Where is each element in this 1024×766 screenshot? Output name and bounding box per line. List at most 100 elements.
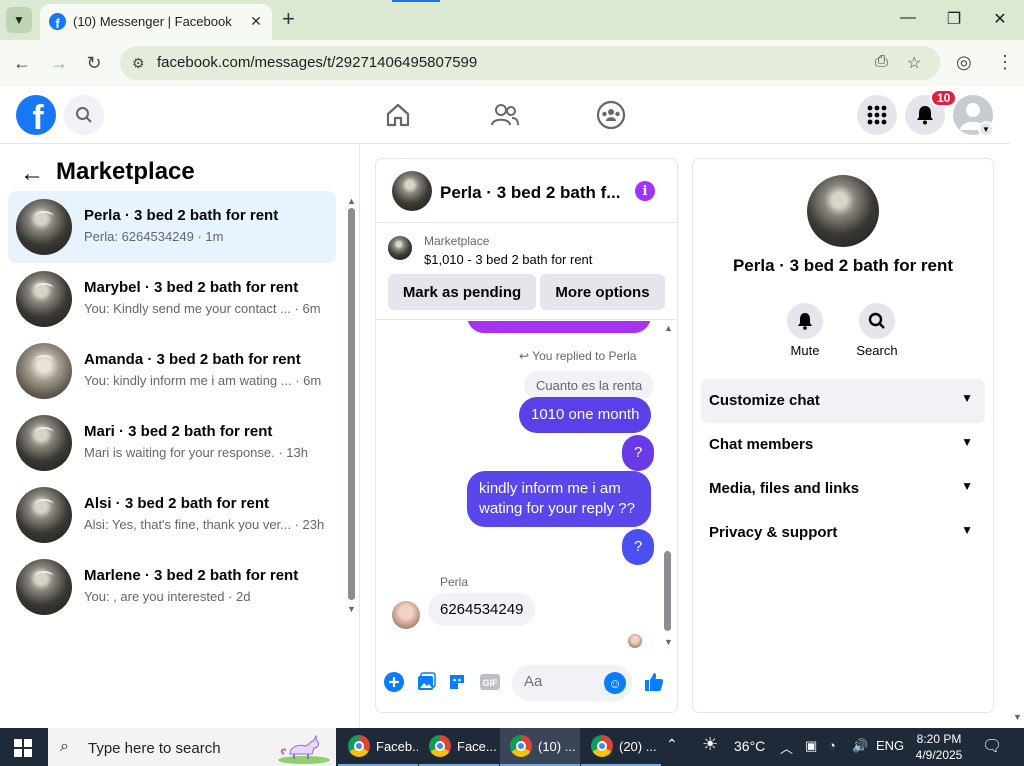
conversation-item[interactable]: Perla · 3 bed 2 bath for rent Perla: 626… bbox=[8, 191, 336, 263]
conversation-item[interactable]: Mari · 3 bed 2 bath for rent Mari is wai… bbox=[8, 407, 336, 479]
notifications-center-icon[interactable]: 🗨 bbox=[982, 736, 1002, 756]
taskbar-app-chrome[interactable]: (20) ... bbox=[581, 728, 661, 766]
reply-indicator: ↩ You replied to Perla bbox=[519, 349, 637, 363]
show-hidden-icons-icon[interactable]: ︿ bbox=[780, 738, 793, 757]
input-language[interactable]: ENG bbox=[876, 738, 904, 753]
tab-close-icon[interactable]: ✕ bbox=[246, 11, 266, 31]
listing-price[interactable]: $1,010 - 3 bed 2 bath for rent bbox=[424, 252, 592, 267]
conversation-avatar bbox=[16, 343, 72, 399]
search-in-chat-button[interactable]: Search bbox=[847, 303, 907, 358]
thumbs-up-icon[interactable] bbox=[643, 671, 665, 693]
temperature[interactable]: 36°C bbox=[734, 738, 765, 754]
system-clock[interactable]: 8:20 PM 4/9/2025 bbox=[912, 731, 966, 763]
volume-icon[interactable]: 🔊 bbox=[852, 738, 868, 754]
taskbar-app-chrome[interactable]: Face... bbox=[419, 728, 499, 766]
tab-search-chevron-icon[interactable]: ▼ bbox=[6, 7, 32, 33]
chat-avatar[interactable] bbox=[392, 171, 432, 211]
forward-icon[interactable]: → bbox=[48, 52, 70, 74]
conversation-avatar bbox=[16, 559, 72, 615]
conversation-item[interactable]: Alsi · 3 bed 2 bath for rent Alsi: Yes, … bbox=[8, 479, 336, 551]
facebook-favicon-icon: f bbox=[49, 13, 66, 30]
marketplace-conversation-list: ← Marketplace Perla · 3 bed 2 bath for r… bbox=[0, 144, 360, 728]
site-info-icon[interactable]: ⚙ bbox=[132, 55, 145, 72]
emoji-icon[interactable]: ☺ bbox=[604, 672, 626, 694]
section-media-files-links[interactable]: Media, files and links ▼ bbox=[701, 467, 985, 511]
close-window-icon[interactable]: ✕ bbox=[990, 9, 1010, 29]
section-privacy-support[interactable]: Privacy & support ▼ bbox=[701, 511, 985, 555]
new-tab-plus-icon[interactable]: + bbox=[282, 8, 295, 30]
message-input-box[interactable]: ☺ bbox=[512, 665, 632, 701]
scroll-down-icon[interactable]: ▼ bbox=[1013, 712, 1022, 722]
taskbar-app-chrome[interactable]: Faceb... bbox=[338, 728, 418, 766]
home-icon[interactable] bbox=[381, 98, 415, 132]
reload-icon[interactable]: ↻ bbox=[83, 52, 105, 74]
sender-avatar[interactable] bbox=[392, 601, 420, 629]
message-line: kindly inform me i am bbox=[479, 480, 621, 497]
conversation-item[interactable]: Marlene · 3 bed 2 bath for rent You: , a… bbox=[8, 551, 336, 623]
facebook-logo-icon[interactable]: f bbox=[16, 95, 56, 135]
search-icon[interactable] bbox=[64, 95, 104, 135]
outgoing-message[interactable]: ? bbox=[622, 529, 655, 565]
scroll-down-icon[interactable]: ▼ bbox=[347, 604, 356, 614]
network-icon[interactable]: ◔ bbox=[828, 738, 836, 753]
browser-menu-icon[interactable]: ⋮ bbox=[996, 52, 1014, 73]
gif-icon[interactable]: GIF bbox=[479, 671, 501, 693]
section-customize-chat[interactable]: Customize chat ▼ bbox=[701, 379, 985, 423]
section-label: Chat members bbox=[709, 436, 814, 453]
reply-indicator-text: You replied to Perla bbox=[532, 349, 637, 363]
minimize-icon[interactable]: — bbox=[898, 9, 918, 27]
address-bar[interactable]: ⚙ facebook.com/messages/t/29271406495807… bbox=[120, 46, 940, 80]
outgoing-message[interactable]: ? bbox=[622, 435, 655, 471]
menu-grid-icon[interactable] bbox=[857, 95, 897, 135]
friends-icon[interactable] bbox=[488, 98, 522, 132]
conversation-item[interactable]: Amanda · 3 bed 2 bath for rent You: kind… bbox=[8, 335, 336, 407]
url-text[interactable]: facebook.com/messages/t/2927140649580759… bbox=[157, 54, 477, 71]
taskbar-app-label: Face... bbox=[457, 738, 497, 754]
scrollbar-thumb[interactable] bbox=[348, 208, 355, 600]
bookmark-star-icon[interactable]: ☆ bbox=[907, 53, 921, 73]
bell-icon[interactable] bbox=[787, 303, 823, 339]
browser-tab[interactable]: f (10) Messenger | Facebook ✕ bbox=[40, 4, 272, 40]
info-icon[interactable]: i bbox=[635, 181, 655, 201]
outgoing-message[interactable]: kindly inform me i am wating for your re… bbox=[467, 471, 651, 527]
section-chat-members[interactable]: Chat members ▼ bbox=[701, 423, 985, 467]
groups-icon[interactable] bbox=[594, 98, 628, 132]
plus-circle-icon[interactable] bbox=[383, 671, 405, 693]
taskbar-search-box[interactable]: ⌕ Type here to search bbox=[48, 728, 336, 766]
incoming-message[interactable]: 6264534249 bbox=[428, 593, 536, 626]
scroll-up-icon[interactable]: ▲ bbox=[664, 323, 673, 333]
scroll-up-icon[interactable]: ▲ bbox=[347, 196, 356, 206]
install-app-icon[interactable]: ⎙ bbox=[875, 53, 888, 71]
account-chevron-icon[interactable]: ▼ bbox=[978, 121, 994, 137]
conversation-list-scrollbar[interactable]: ▲ ▼ bbox=[346, 196, 356, 616]
scroll-down-icon[interactable]: ▼ bbox=[664, 637, 673, 647]
message-thread: ↩ You replied to Perla Cuanto es la rent… bbox=[376, 321, 677, 653]
weather-icon[interactable]: ☀ bbox=[702, 734, 718, 755]
more-options-button[interactable]: More options bbox=[540, 274, 665, 310]
scrollbar-thumb[interactable] bbox=[664, 551, 671, 631]
back-arrow-icon[interactable]: ← bbox=[20, 160, 44, 188]
taskbar-scroll-chevron-icon[interactable]: ⌃ bbox=[666, 736, 678, 753]
restore-icon[interactable]: ❐ bbox=[944, 9, 964, 29]
chat-header[interactable]: Perla · 3 bed 2 bath f... i bbox=[376, 159, 677, 223]
photo-gallery-icon[interactable] bbox=[415, 671, 437, 693]
back-icon[interactable]: ← bbox=[11, 52, 33, 74]
contact-avatar[interactable] bbox=[807, 175, 879, 247]
sticker-icon[interactable] bbox=[446, 671, 468, 693]
meet-now-icon[interactable]: ▣ bbox=[805, 738, 817, 754]
page-scrollbar[interactable]: ▼ bbox=[1010, 86, 1024, 728]
taskbar-app-chrome-active[interactable]: (10) ... bbox=[500, 728, 580, 766]
quoted-message[interactable]: Cuanto es la renta bbox=[524, 371, 655, 400]
profile-icon[interactable]: ◎ bbox=[956, 52, 972, 73]
taskbar-search-placeholder: Type here to search bbox=[88, 740, 221, 757]
windows-start-icon[interactable] bbox=[14, 739, 32, 757]
mute-button[interactable]: Mute bbox=[775, 303, 835, 358]
conversation-item[interactable]: Marybel · 3 bed 2 bath for rent You: Kin… bbox=[8, 263, 336, 335]
mark-as-pending-button[interactable]: Mark as pending bbox=[388, 274, 536, 310]
message-input[interactable] bbox=[524, 673, 594, 690]
chat-title[interactable]: Perla · 3 bed 2 bath f... bbox=[440, 183, 620, 203]
outgoing-message[interactable]: 1010 one month bbox=[519, 397, 652, 433]
listing-thumbnail[interactable] bbox=[388, 236, 412, 260]
search-icon[interactable] bbox=[859, 303, 895, 339]
chat-scrollbar[interactable]: ▲ ▼ bbox=[662, 321, 674, 653]
